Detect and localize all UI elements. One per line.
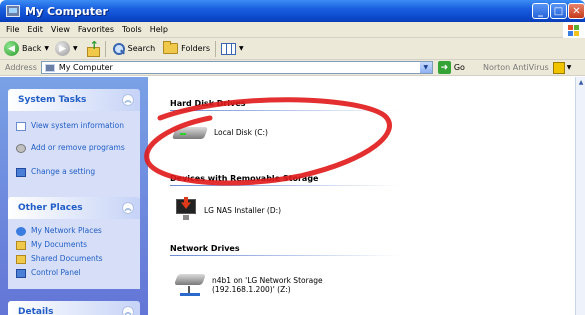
task-add-remove-programs[interactable]: Add or remove programs bbox=[16, 143, 131, 153]
address-input[interactable]: My Computer ▼ bbox=[40, 61, 433, 74]
group-removable-storage: Devices with Removable Storage bbox=[170, 174, 319, 183]
back-button[interactable]: Back bbox=[22, 44, 41, 53]
drive-lg-nas-installer-d[interactable]: LG NAS Installer (D:) bbox=[176, 197, 281, 223]
norton-antivirus-icon[interactable] bbox=[552, 61, 565, 74]
place-my-network-places[interactable]: My Network Places bbox=[16, 226, 131, 236]
my-computer-icon bbox=[44, 63, 55, 72]
go-button[interactable]: Go bbox=[454, 63, 465, 72]
window-title: My Computer bbox=[25, 4, 108, 18]
group-divider bbox=[170, 185, 400, 186]
address-bar: Address My Computer ▼ ➜ Go Norton AntiVi… bbox=[0, 60, 585, 76]
network-icon bbox=[16, 227, 26, 236]
search-button[interactable]: Search bbox=[128, 44, 155, 53]
drive-label: n4b1 on 'LG Network Storage (192.168.1.2… bbox=[212, 276, 323, 294]
search-icon[interactable] bbox=[111, 42, 125, 56]
other-places-panel: My Network Places My Documents Shared Do… bbox=[8, 219, 140, 289]
chevron-up-icon[interactable]: ︽ bbox=[122, 202, 134, 214]
group-hard-disk-drives: Hard Disk Drives bbox=[170, 99, 246, 108]
scroll-up-icon[interactable]: ▲ bbox=[577, 79, 585, 87]
close-button[interactable]: ✕ bbox=[568, 3, 585, 19]
group-divider bbox=[170, 110, 400, 111]
menu-edit[interactable]: Edit bbox=[27, 25, 43, 34]
chevron-up-icon[interactable]: ︽ bbox=[122, 306, 134, 315]
place-label: Control Panel bbox=[31, 268, 81, 277]
place-label: My Documents bbox=[31, 240, 88, 249]
views-icon[interactable] bbox=[221, 42, 237, 55]
toolbar: ◀ Back ▼ ▶ ▼ Search Folders ▼ bbox=[0, 38, 585, 60]
other-places-title: Other Places bbox=[18, 203, 83, 213]
address-label: Address bbox=[5, 63, 37, 72]
address-value: My Computer bbox=[58, 63, 113, 72]
place-my-documents[interactable]: My Documents bbox=[16, 240, 131, 250]
toolbar-separator bbox=[104, 40, 106, 57]
drive-label-line1: n4b1 on 'LG Network Storage bbox=[212, 276, 323, 285]
minimize-button[interactable]: _ bbox=[532, 3, 549, 19]
up-folder-icon[interactable] bbox=[86, 39, 100, 57]
place-label: Shared Documents bbox=[31, 254, 103, 263]
folder-icon bbox=[16, 255, 26, 264]
system-tasks-header[interactable]: System Tasks ︽ bbox=[8, 89, 140, 111]
installer-drive-icon bbox=[176, 197, 198, 223]
control-panel-icon bbox=[16, 269, 26, 278]
network-drive-icon bbox=[173, 272, 207, 298]
task-label: Add or remove programs bbox=[31, 143, 125, 152]
group-divider bbox=[170, 255, 400, 256]
menu-tools[interactable]: Tools bbox=[122, 25, 142, 34]
content-pane: Hard Disk Drives Local Disk (C:) Devices… bbox=[148, 77, 585, 315]
norton-dropdown-icon[interactable]: ▼ bbox=[567, 64, 572, 71]
address-dropdown-icon[interactable]: ▼ bbox=[419, 62, 432, 73]
task-label: Change a setting bbox=[31, 167, 96, 176]
place-label: My Network Places bbox=[31, 226, 102, 235]
drive-label-line2: (192.168.1.200)' (Z:) bbox=[212, 285, 291, 294]
views-dropdown-icon[interactable]: ▼ bbox=[239, 45, 244, 52]
place-control-panel[interactable]: Control Panel bbox=[16, 268, 131, 278]
hard-disk-icon bbox=[174, 124, 208, 140]
details-header[interactable]: Details ︽ bbox=[8, 301, 140, 315]
folders-icon[interactable] bbox=[163, 41, 179, 54]
task-view-system-info[interactable]: View system information bbox=[16, 121, 131, 131]
cd-icon bbox=[16, 144, 26, 153]
menu-file[interactable]: File bbox=[6, 25, 19, 34]
drive-local-disk-c[interactable]: Local Disk (C:) bbox=[174, 124, 268, 140]
menu-bar: File Edit View Favorites Tools Help bbox=[0, 22, 585, 38]
back-dropdown-icon[interactable]: ▼ bbox=[44, 45, 49, 52]
forward-arrow-icon[interactable]: ▶ bbox=[55, 41, 71, 56]
task-pane: System Tasks ︽ View system information A… bbox=[0, 77, 148, 315]
details-title: Details bbox=[18, 307, 54, 315]
group-network-drives: Network Drives bbox=[170, 244, 240, 253]
task-change-setting[interactable]: Change a setting bbox=[16, 167, 131, 177]
folders-button[interactable]: Folders bbox=[181, 44, 210, 53]
toolbar-separator bbox=[215, 40, 217, 57]
drive-label: Local Disk (C:) bbox=[214, 127, 268, 137]
info-icon bbox=[16, 122, 26, 131]
control-panel-icon bbox=[16, 168, 26, 177]
drive-network-z[interactable]: n4b1 on 'LG Network Storage (192.168.1.2… bbox=[173, 272, 323, 298]
system-tasks-title: System Tasks bbox=[18, 95, 87, 105]
folder-icon bbox=[16, 241, 26, 250]
other-places-header[interactable]: Other Places ︽ bbox=[8, 197, 140, 219]
place-shared-documents[interactable]: Shared Documents bbox=[16, 254, 131, 264]
menu-favorites[interactable]: Favorites bbox=[78, 25, 114, 34]
go-arrow-icon[interactable]: ➜ bbox=[437, 61, 451, 74]
menu-help[interactable]: Help bbox=[150, 25, 168, 34]
maximize-button[interactable]: □ bbox=[550, 3, 567, 19]
drive-label: LG NAS Installer (D:) bbox=[204, 205, 282, 215]
menu-view[interactable]: View bbox=[51, 25, 70, 34]
back-arrow-icon[interactable]: ◀ bbox=[4, 41, 19, 56]
system-tasks-panel: View system information Add or remove pr… bbox=[8, 111, 140, 199]
task-label: View system information bbox=[31, 121, 124, 130]
content-right-scrollbar[interactable]: ▲ bbox=[575, 77, 585, 315]
windows-logo-icon bbox=[563, 22, 585, 38]
norton-antivirus-label[interactable]: Norton AntiVirus bbox=[483, 63, 549, 72]
forward-dropdown-icon[interactable]: ▼ bbox=[73, 45, 78, 52]
my-computer-icon bbox=[6, 5, 20, 17]
title-bar: My Computer _ □ ✕ bbox=[0, 0, 585, 22]
chevron-up-icon[interactable]: ︽ bbox=[122, 94, 134, 106]
